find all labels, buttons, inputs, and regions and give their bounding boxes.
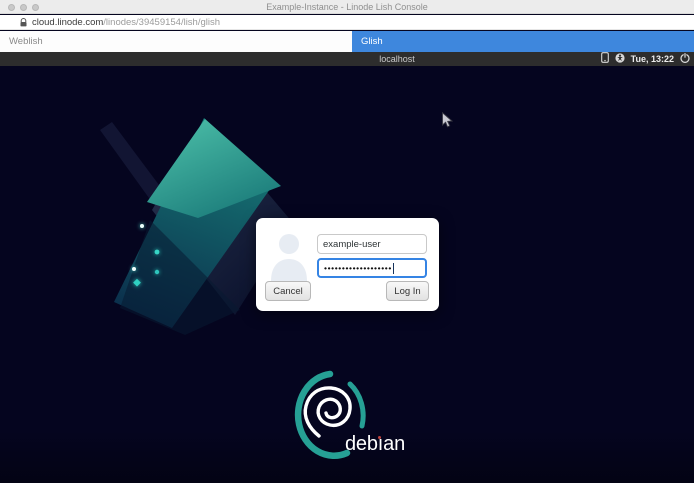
accessibility-icon[interactable]	[615, 52, 625, 68]
text-caret	[393, 263, 394, 274]
gnome-top-bar: localhost Tue, 13:22	[0, 52, 694, 66]
cancel-button[interactable]: Cancel	[265, 281, 311, 301]
url-domain: cloud.linode.com	[32, 17, 103, 28]
username-value: example-user	[323, 239, 381, 250]
password-input[interactable]: •••••••••••••••••••	[317, 258, 427, 278]
debian-wordmark: debıan	[345, 433, 405, 455]
mouse-cursor	[441, 112, 453, 133]
hostname-label: localhost	[0, 54, 694, 64]
window-title: Example-Instance - Linode Lish Console	[0, 2, 694, 12]
wordmark-pre: deb	[345, 433, 378, 455]
address-text[interactable]: cloud.linode.com/linodes/39459154/lish/g…	[32, 17, 220, 28]
clock-label[interactable]: Tue, 13:22	[631, 54, 674, 64]
url-path: /linodes/39459154/lish/glish	[103, 17, 220, 28]
lock-icon	[20, 18, 27, 27]
login-button-label: Log In	[394, 286, 420, 297]
glish-console-screen: localhost Tue, 13:22	[0, 52, 694, 483]
login-dialog: example-user ••••••••••••••••••• Cancel …	[256, 218, 439, 311]
user-avatar	[266, 231, 312, 286]
wordmark-post: an	[383, 433, 405, 455]
username-input[interactable]: example-user	[317, 234, 427, 254]
tab-glish[interactable]: Glish	[352, 31, 694, 52]
tab-weblish-label: Weblish	[9, 36, 43, 47]
titlebar: Example-Instance - Linode Lish Console	[0, 0, 694, 14]
password-masked-value: •••••••••••••••••••	[324, 263, 392, 273]
url-bar[interactable]: cloud.linode.com/linodes/39459154/lish/g…	[0, 15, 694, 30]
lish-tab-bar: Weblish Glish	[0, 31, 694, 52]
wordmark-i: ı	[378, 433, 383, 455]
system-status-area[interactable]: Tue, 13:22	[601, 52, 690, 66]
tab-glish-label: Glish	[361, 36, 383, 47]
cancel-button-label: Cancel	[273, 286, 303, 297]
browser-window: Example-Instance - Linode Lish Console c…	[0, 0, 694, 483]
tablet-icon	[601, 52, 609, 68]
login-button[interactable]: Log In	[386, 281, 429, 301]
tab-weblish[interactable]: Weblish	[0, 31, 352, 52]
power-icon[interactable]	[680, 52, 690, 68]
